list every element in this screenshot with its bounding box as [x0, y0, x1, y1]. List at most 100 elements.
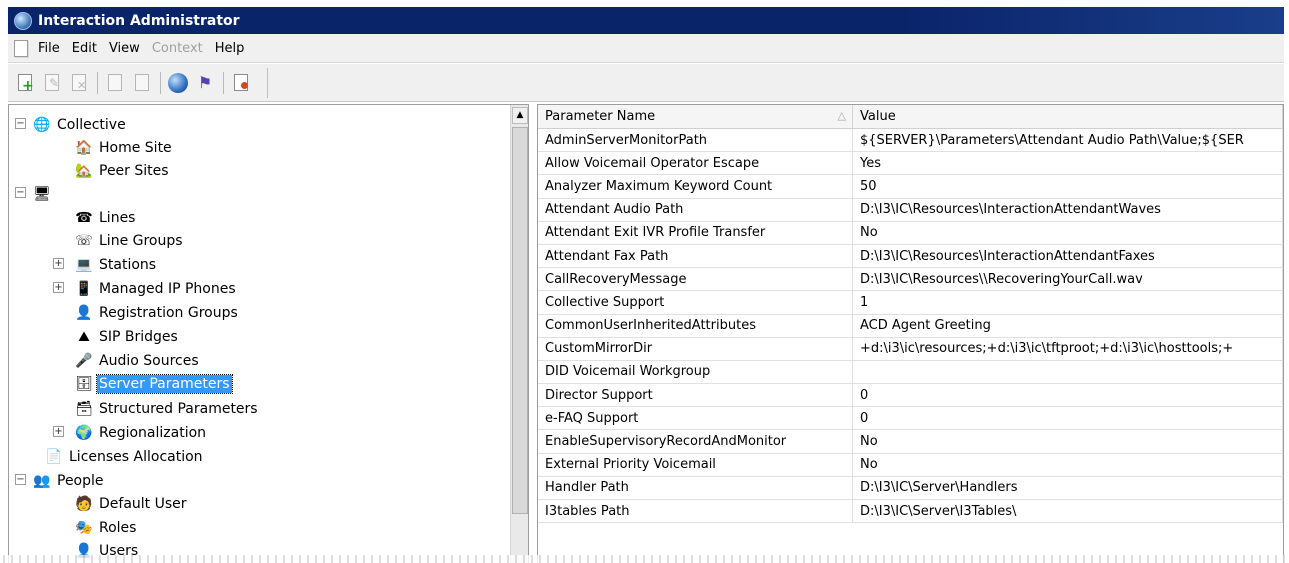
tree-item-peer-sites[interactable]: 🏡 Peer Sites	[75, 159, 171, 182]
toolbar-group: ⚑	[14, 67, 268, 98]
report-button[interactable]	[230, 72, 252, 94]
tree-item-audio-sources[interactable]: 🎤 Audio Sources	[75, 349, 201, 372]
parameter-name-cell: EnableSupervisoryRecordAndMonitor	[538, 430, 853, 453]
tree-item-collective[interactable]: − 🌐 Collective	[13, 113, 128, 136]
collapse-icon[interactable]: −	[15, 187, 26, 198]
connect-button[interactable]	[167, 72, 189, 94]
parameter-name-cell: Allow Voicemail Operator Escape	[538, 152, 853, 175]
toolbar-separator	[223, 71, 224, 94]
tree-item-label: Managed IP Phones	[99, 280, 236, 297]
table-row[interactable]: I3tables Path D:\I3\IC\Server\I3Tables\	[538, 500, 1283, 524]
menu-file[interactable]: File	[38, 41, 60, 56]
table-row[interactable]: e-FAQ Support 0	[538, 407, 1283, 431]
table-row[interactable]: EnableSupervisoryRecordAndMonitor No	[538, 430, 1283, 454]
scroll-up-icon[interactable]: ▲	[512, 107, 528, 124]
parameter-value-cell: 0	[853, 384, 1283, 407]
tree-item-stations[interactable]: + 💻 Stations	[53, 253, 158, 276]
parameter-name-cell: Attendant Audio Path	[538, 198, 853, 221]
collapse-icon[interactable]: −	[15, 118, 26, 129]
table-row[interactable]: Collective Support 1	[538, 291, 1283, 315]
app-globe-icon	[14, 11, 32, 30]
delete-item-button[interactable]	[68, 72, 90, 94]
parameter-name-cell: e-FAQ Support	[538, 407, 853, 430]
parameter-value-cell: ACD Agent Greeting	[853, 314, 1283, 337]
menu-context: Context	[151, 40, 203, 56]
table-row[interactable]: Allow Voicemail Operator Escape Yes	[538, 152, 1283, 176]
edit-item-button[interactable]	[41, 72, 63, 94]
parameter-name-cell: Collective Support	[538, 291, 853, 314]
copy-button[interactable]	[104, 72, 126, 94]
table-row[interactable]: Handler Path D:\I3\IC\Server\Handlers	[538, 476, 1283, 500]
document-icon[interactable]	[14, 39, 28, 57]
table-row[interactable]: AdminServerMonitorPath ${SERVER}\Paramete…	[538, 129, 1283, 153]
parameter-name-cell: Attendant Fax Path	[538, 244, 853, 268]
server-icon: 🖥	[33, 185, 51, 202]
tree-item-server-parameters[interactable]: 🗄 Server Parameters	[75, 372, 233, 395]
navigation-tree[interactable]: − 🌐 Collective 🏠 Home Site 🏡 Peer Sites …	[8, 104, 529, 563]
parameters-grid[interactable]: Parameter Name △ Value AdminServerMonito…	[537, 104, 1284, 563]
tree-item-registration-groups[interactable]: 👤 Registration Groups	[75, 301, 240, 324]
menu-view[interactable]: View	[109, 41, 140, 56]
parameter-value-cell: No	[853, 453, 1283, 476]
tree-item-label: SIP Bridges	[99, 328, 178, 345]
tree-item-regionalization[interactable]: + 🌍 Regionalization	[53, 421, 208, 444]
expand-icon[interactable]: +	[53, 426, 64, 437]
parameter-name-cell: Handler Path	[538, 476, 853, 499]
grid-header: Parameter Name △ Value	[538, 105, 1283, 129]
table-row[interactable]: Attendant Audio Path D:\I3\IC\Resources\I…	[538, 198, 1283, 222]
tree-item-sip-bridges[interactable]: ⛰ SIP Bridges	[75, 325, 180, 348]
tree-item-label: Audio Sources	[99, 352, 199, 369]
tree-item-label: Regionalization	[99, 424, 207, 441]
tree-scrollbar[interactable]: ▲	[510, 105, 528, 563]
tree-item-lines[interactable]: ☎ Lines	[75, 206, 137, 229]
tree-item-licenses-allocation[interactable]: 📄 Licenses Allocation	[45, 445, 205, 468]
tree-item-label: Line Groups	[99, 232, 183, 249]
table-row[interactable]: Attendant Fax Path D:\I3\IC\Resources\Int…	[538, 244, 1283, 269]
parameter-name-cell: DID Voicemail Workgroup	[538, 360, 853, 384]
parameter-value-cell: D:\I3\IC\Resources\InteractionAttendantF…	[853, 244, 1283, 268]
expand-icon[interactable]: +	[53, 258, 64, 269]
column-header-value[interactable]: Value	[853, 105, 1283, 128]
tree-item-default-user[interactable]: 🧑 Default User	[75, 492, 189, 515]
copy-icon	[108, 74, 122, 91]
scroll-thumb[interactable]	[512, 127, 528, 514]
parameter-value-cell: D:\I3\IC\Resources\InteractionAttendantW…	[853, 198, 1283, 221]
tree-item-roles[interactable]: 🎭 Roles	[75, 516, 138, 539]
tree-item-structured-parameters[interactable]: 🗃 Structured Parameters	[75, 397, 260, 420]
table-row[interactable]: Attendant Exit IVR Profile Transfer No	[538, 221, 1283, 245]
table-row[interactable]: Director Support 0	[538, 384, 1283, 408]
paste-button[interactable]	[131, 72, 153, 94]
tree-item-line-groups[interactable]: ☏ Line Groups	[75, 229, 185, 252]
parameter-value-cell: D:\I3\IC\Server\Handlers	[853, 476, 1283, 499]
table-row[interactable]: CustomMirrorDir +d:\i3\ic\resources;+d:\i…	[538, 337, 1283, 361]
menu-edit[interactable]: Edit	[72, 41, 97, 56]
table-row[interactable]: External Priority Voicemail No	[538, 453, 1283, 477]
new-item-button[interactable]	[14, 72, 36, 94]
table-row[interactable]: CommonUserInheritedAttributes ACD Agent G…	[538, 314, 1283, 338]
paste-icon	[135, 74, 149, 91]
table-row[interactable]: DID Voicemail Workgroup	[538, 360, 1283, 385]
flag-button[interactable]: ⚑	[194, 72, 216, 94]
parameter-value-cell: 0	[853, 407, 1283, 430]
table-row[interactable]: Analyzer Maximum Keyword Count 50	[538, 175, 1283, 199]
collapse-icon[interactable]: −	[15, 474, 26, 485]
menu-help[interactable]: Help	[215, 41, 245, 56]
tree-item-label: Roles	[99, 519, 137, 536]
tree-item-label: Server Parameters	[96, 373, 233, 394]
tree-item-home-site[interactable]: 🏠 Home Site	[75, 136, 174, 159]
structured-params-icon: 🗃	[75, 400, 93, 417]
table-row[interactable]: CallRecoveryMessage D:\I3\IC\Resources\\R…	[538, 268, 1283, 292]
parameter-value-cell	[853, 360, 1283, 384]
tree-item-label: Structured Parameters	[99, 400, 258, 417]
lines-icon: ☎	[75, 209, 93, 226]
tree-item-managed-ip-phones[interactable]: + 📱 Managed IP Phones	[53, 277, 238, 300]
tree-item-server[interactable]: − 🖥	[13, 182, 59, 205]
tree-item-label: Default User	[99, 495, 187, 512]
tree-item-people[interactable]: − 👥 People	[13, 469, 106, 492]
expand-icon[interactable]: +	[53, 282, 64, 293]
column-header-parameter-name[interactable]: Parameter Name △	[538, 105, 853, 128]
parameter-value-cell: No	[853, 430, 1283, 453]
parameter-name-cell: CustomMirrorDir	[538, 337, 853, 360]
roles-icon: 🎭	[75, 519, 93, 536]
tree-item-label: Licenses Allocation	[69, 448, 203, 465]
